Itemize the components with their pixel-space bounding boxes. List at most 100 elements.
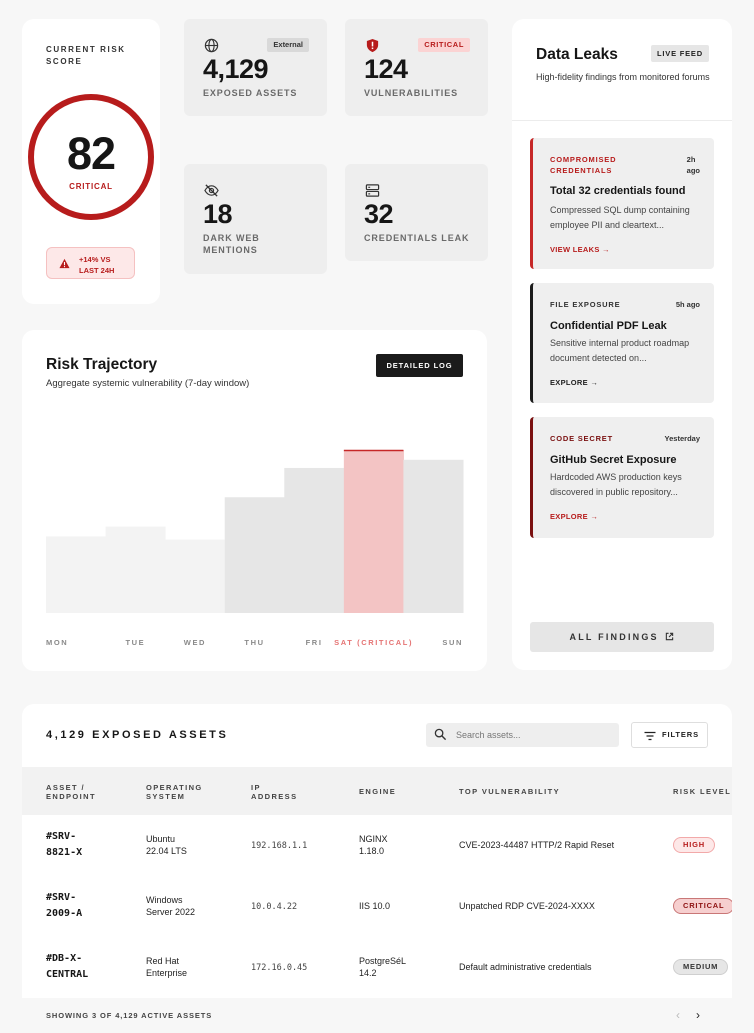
leak-description: Sensitive internal product roadmap docum…	[550, 338, 690, 363]
globe-icon	[204, 38, 219, 53]
detailed-log-button[interactable]: DETAILED LOG	[376, 354, 463, 377]
trajectory-title: Risk Trajectory	[46, 356, 158, 373]
chart-bar-0[interactable]	[46, 536, 107, 613]
chart-bar-3[interactable]	[224, 497, 285, 613]
metric-dark-web-mentions[interactable]: 18 DARK WEB MENTIONS	[184, 164, 327, 274]
eye-off-icon	[204, 184, 219, 197]
metric-value: 32	[364, 199, 394, 229]
table-footer: SHOWING 3 OF 4,129 ACTIVE ASSETS ‹ ›	[22, 998, 732, 1033]
leak-time: 5h ago	[675, 300, 700, 309]
all-findings-button[interactable]: ALL FINDINGS	[530, 622, 714, 652]
chart-bar-1[interactable]	[105, 526, 166, 613]
chart-x-label-4: FRI	[306, 638, 323, 647]
chart-x-label-1: TUE	[125, 638, 145, 647]
leak-title: GitHub Secret Exposure	[550, 454, 677, 466]
metric-label: VULNERABILITIES	[364, 88, 459, 98]
leak-category: FILE EXPOSURE	[550, 300, 621, 309]
metric-value: 4,129	[203, 54, 269, 84]
engine: IIS 10.0	[359, 901, 391, 911]
risk-trend-badge: +14% VS LAST 24H	[46, 247, 135, 279]
divider	[512, 120, 732, 121]
exposed-assets-table-card: 4,129 EXPOSED ASSETS FILTERS ASSET / END…	[22, 704, 732, 1033]
filters-button[interactable]: FILTERS	[631, 722, 708, 748]
assets-table-title: 4,129 EXPOSED ASSETS	[46, 729, 229, 741]
metric-credentials-leak[interactable]: 32 CREDENTIALS LEAK	[345, 164, 488, 261]
metric-value: 18	[203, 199, 233, 229]
risk-level-badge: CRITICAL	[673, 898, 732, 914]
all-findings-label: ALL FINDINGS	[569, 632, 659, 642]
risk-score-gauge: 82 CRITICAL	[28, 94, 154, 220]
leak-description: Compressed SQL dump containing employee …	[550, 205, 690, 230]
asset-id: #SRV- 8821-X	[46, 831, 83, 858]
view-leaks-link[interactable]: VIEW LEAKS →	[550, 245, 610, 254]
chart-bar-4[interactable]	[284, 467, 345, 613]
pagination-summary: SHOWING 3 OF 4,129 ACTIVE ASSETS	[46, 1011, 213, 1020]
engine: NGINX 1.18.0	[359, 834, 388, 856]
data-leaks-title: Data Leaks	[536, 46, 618, 63]
leak-category: COMPROMISED CREDENTIALS	[550, 155, 617, 175]
metric-label: CREDENTIALS LEAK	[364, 233, 470, 243]
table-row[interactable]: #SRV- 8821-X Ubuntu 22.04 LTS 192.168.1.…	[22, 815, 732, 876]
data-leaks-subtitle: High-fidelity findings from monitored fo…	[536, 72, 710, 82]
chart-bar-6[interactable]	[403, 459, 464, 613]
critical-badge: CRITICAL	[418, 38, 470, 52]
explore-link[interactable]: EXPLORE →	[550, 378, 598, 387]
ip-address: 10.0.4.22	[251, 902, 298, 912]
filter-icon	[644, 731, 656, 741]
risk-trend-text: +14% VS LAST 24H	[79, 255, 115, 275]
warning-icon	[59, 258, 70, 269]
risk-trajectory-card: Risk Trajectory Aggregate systemic vulne…	[22, 330, 487, 671]
metric-exposed-assets[interactable]: External 4,129 EXPOSED ASSETS	[184, 19, 327, 116]
chart-x-label-5: SAT (CRITICAL)	[334, 638, 413, 647]
explore-link[interactable]: EXPLORE →	[550, 512, 598, 521]
table-header: ASSET / ENDPOINT OPERATING SYSTEM IP ADD…	[22, 767, 732, 815]
risk-score-card: CURRENT RISK SCORE 82 CRITICAL +14% VS L…	[22, 19, 160, 304]
leak-time: Yesterday	[664, 434, 700, 443]
risk-score-value: 82	[66, 128, 116, 179]
asset-search-box[interactable]	[426, 723, 619, 747]
external-link-icon	[666, 632, 674, 641]
trajectory-subtitle: Aggregate systemic vulnerability (7-day …	[46, 378, 250, 389]
column-header-vulnerability[interactable]: TOP VULNERABILITY	[459, 787, 560, 796]
chart-bar-2[interactable]	[165, 539, 226, 613]
column-header-ip[interactable]: IP ADDRESS	[251, 783, 297, 801]
ip-address: 172.16.0.45	[251, 963, 308, 973]
risk-trajectory-chart: MON TUE WED THU FRI SAT (CRITICAL) SUN	[46, 449, 464, 647]
leak-card-code-secret[interactable]: CODE SECRET Yesterday GitHub Secret Expo…	[530, 417, 714, 538]
chart-x-label-2: WED	[184, 638, 206, 647]
operating-system: Windows Server 2022	[146, 895, 196, 917]
leak-card-file-exposure[interactable]: FILE EXPOSURE 5h ago Confidential PDF Le…	[530, 283, 714, 403]
previous-page-button[interactable]: ‹	[676, 1008, 680, 1022]
column-header-os[interactable]: OPERATING SYSTEM	[146, 783, 203, 801]
leak-title: Total 32 credentials found	[550, 185, 686, 197]
column-header-asset[interactable]: ASSET / ENDPOINT	[46, 783, 96, 801]
chart-x-label-6: SUN	[442, 638, 463, 647]
shield-icon	[366, 38, 379, 53]
risk-score-title: CURRENT RISK SCORE	[46, 45, 126, 66]
metric-label: EXPOSED ASSETS	[203, 88, 298, 98]
leak-description: Hardcoded AWS production keys discovered…	[550, 472, 682, 497]
risk-level-badge: HIGH	[673, 837, 715, 853]
leak-card-compromised-credentials[interactable]: COMPROMISED CREDENTIALS 2h ago Total 32 …	[530, 138, 714, 269]
chart-bar-5[interactable]	[343, 450, 404, 613]
server-icon	[365, 184, 380, 197]
column-header-engine[interactable]: ENGINE	[359, 787, 396, 796]
risk-score-status: CRITICAL	[69, 182, 113, 191]
search-icon	[434, 728, 447, 741]
leak-title: Confidential PDF Leak	[550, 320, 667, 332]
table-row[interactable]: #SRV- 2009-A Windows Server 2022 10.0.4.…	[22, 876, 732, 937]
top-vulnerability: Default administrative credentials	[459, 962, 592, 972]
next-page-button[interactable]: ›	[696, 1008, 700, 1022]
column-header-risk-level[interactable]: RISK LEVEL	[673, 787, 731, 796]
risk-level-badge: MEDIUM	[673, 959, 729, 975]
top-vulnerability: CVE-2023-44487 HTTP/2 Rapid Reset	[459, 840, 615, 850]
chart-x-label-3: THU	[244, 638, 264, 647]
operating-system: Red Hat Enterprise	[146, 956, 188, 978]
search-input[interactable]	[456, 723, 616, 747]
data-leaks-panel: Data Leaks LIVE FEED High-fidelity findi…	[512, 19, 732, 670]
table-row[interactable]: #DB-X- CENTRAL Red Hat Enterprise 172.16…	[22, 937, 732, 998]
chart-x-label-0: MON	[46, 638, 68, 647]
ip-address: 192.168.1.1	[251, 841, 308, 851]
metric-vulnerabilities[interactable]: CRITICAL 124 VULNERABILITIES	[345, 19, 488, 116]
top-vulnerability: Unpatched RDP CVE-2024-XXXX	[459, 901, 595, 911]
